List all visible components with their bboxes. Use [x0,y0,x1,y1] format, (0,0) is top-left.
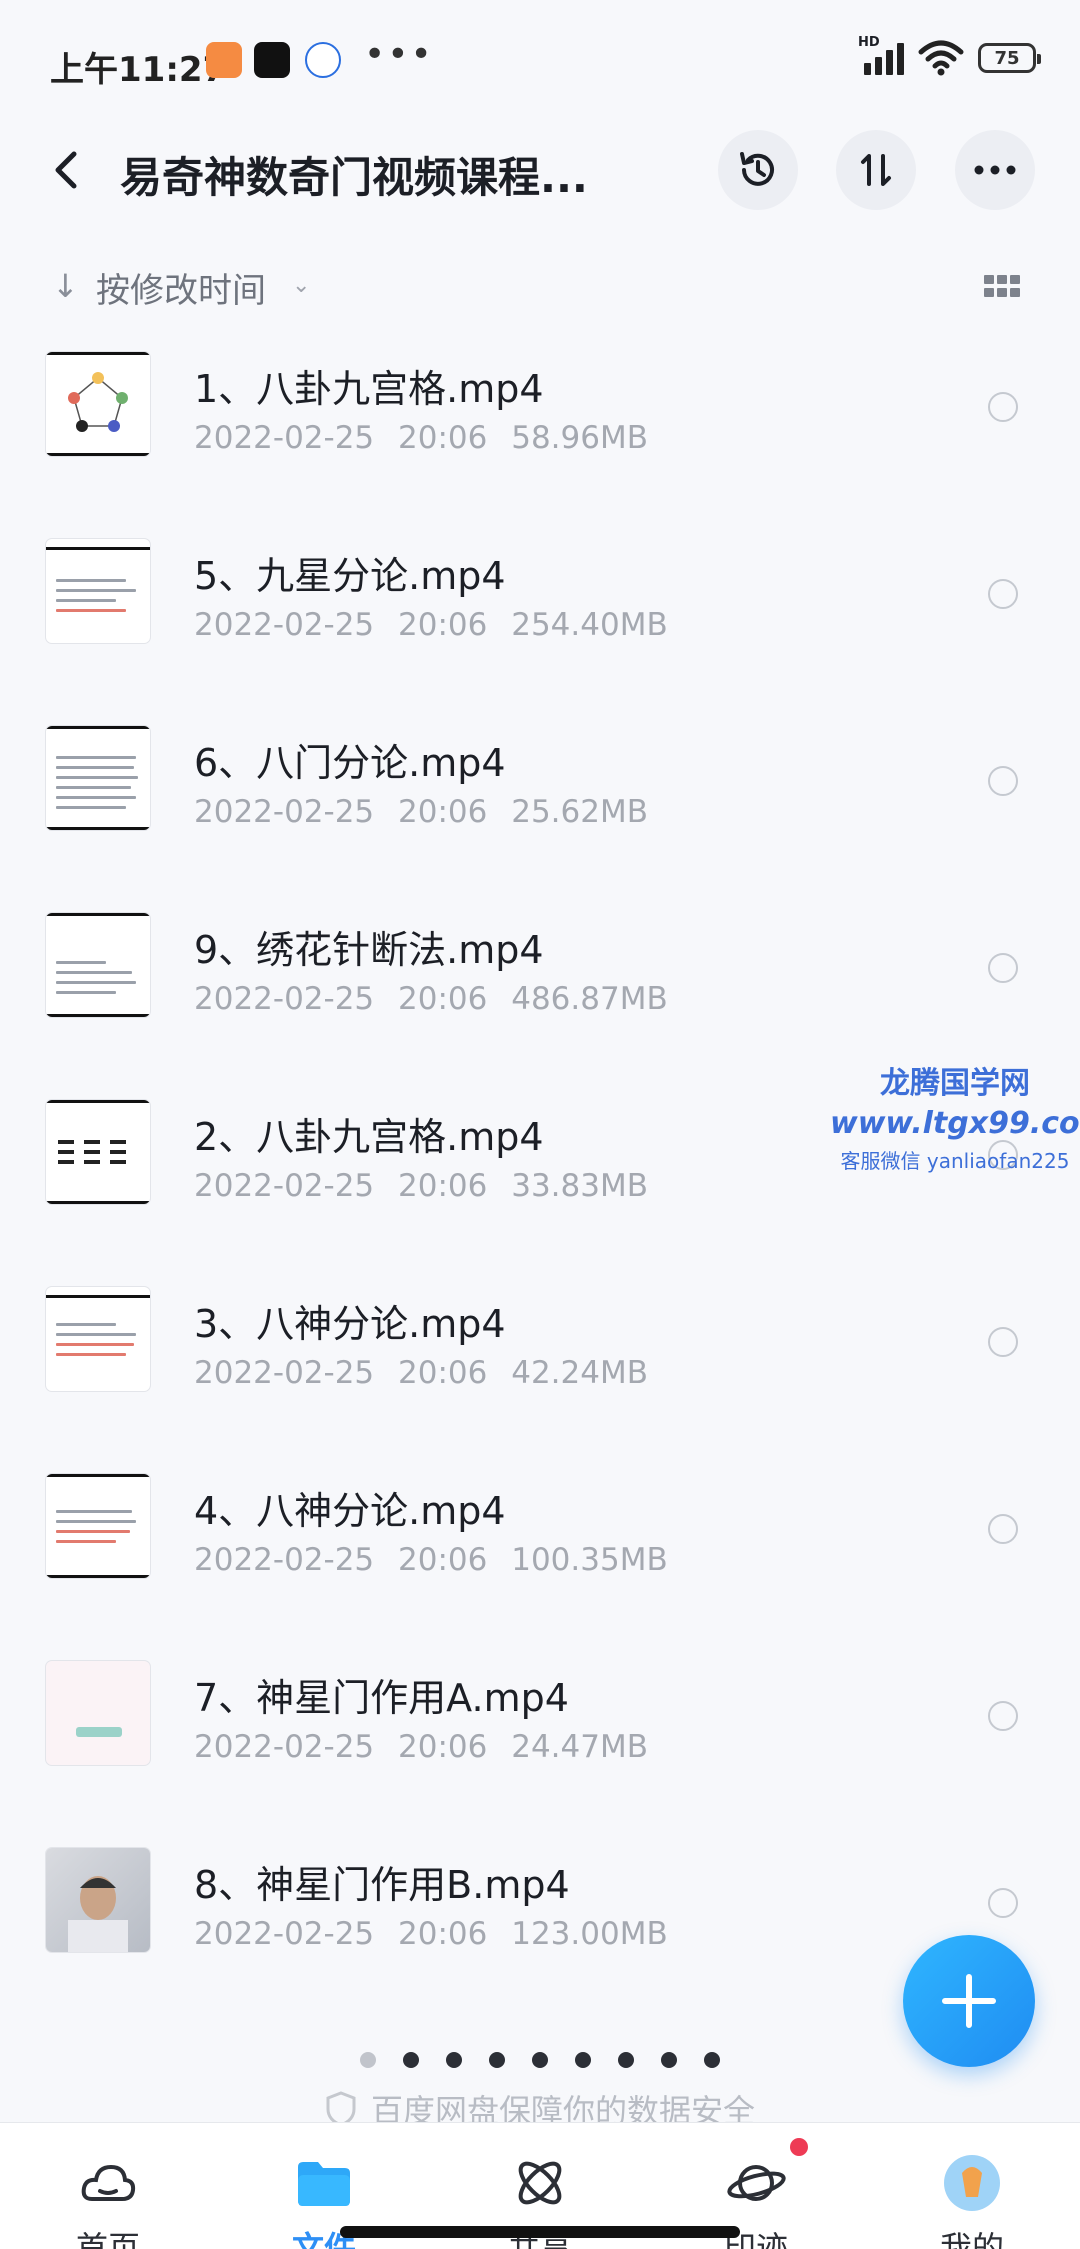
file-list: 1、八卦九宫格.mp4 2022-02-25 20:06 58.96MB 5、九… [0,340,1080,2023]
video-thumbnail [46,352,150,456]
battery-icon: 75 [978,43,1041,73]
more-icon [974,165,1016,175]
select-checkbox[interactable] [988,766,1018,796]
file-row[interactable]: 1、八卦九宫格.mp4 2022-02-25 20:06 58.96MB [0,340,1080,527]
signal-icon: HD [858,35,904,75]
status-bar: 上午11:27 ••• HD 75 [0,0,1080,120]
nav-label: 首页 [75,2229,140,2249]
more-button[interactable] [955,130,1035,210]
sort-button[interactable] [836,130,916,210]
watermark-url: www.ltgx99.com [830,1106,1080,1141]
select-checkbox[interactable] [988,953,1018,983]
add-button[interactable] [903,1935,1035,2067]
hd-label: HD [858,35,880,50]
watermark: 龙腾国学网 www.ltgx99.com 客服微信 yanliaofan225 [830,1058,1080,1174]
avatar-icon [944,2155,1000,2211]
history-icon [740,152,774,186]
file-name: 6、八门分论.mp4 [194,741,506,785]
sort-mode-selector[interactable]: 按修改时间 [96,263,266,312]
pager-dots [360,2052,720,2068]
file-meta: 2022-02-25 20:06 58.96MB [194,420,648,456]
file-meta: 2022-02-25 20:06 123.00MB [194,1916,668,1952]
video-thumbnail [46,1661,150,1765]
select-checkbox[interactable] [988,1327,1018,1357]
top-app-bar: 易奇神数奇门视频课程... [0,120,1080,220]
select-checkbox[interactable] [988,1701,1018,1731]
file-name: 2、八卦九宫格.mp4 [194,1115,544,1159]
watermark-title: 龙腾国学网 [880,1066,1030,1101]
back-icon[interactable] [48,148,88,192]
select-checkbox[interactable] [988,579,1018,609]
video-thumbnail [46,1287,150,1391]
more-notifications-icon: ••• [364,34,434,75]
file-name: 5、九星分论.mp4 [194,554,506,598]
plus-icon [942,1974,996,2028]
file-row[interactable]: 6、八门分论.mp4 2022-02-25 20:06 25.62MB [0,714,1080,901]
tiktok-app-icon [254,42,290,78]
file-meta: 2022-02-25 20:06 33.83MB [194,1168,648,1204]
nav-home[interactable]: 首页 [28,2123,188,2249]
select-checkbox[interactable] [988,392,1018,422]
home-indicator[interactable] [340,2226,740,2238]
file-meta: 2022-02-25 20:06 25.62MB [194,794,648,830]
file-name: 9、绣花针断法.mp4 [194,928,544,972]
select-checkbox[interactable] [988,1888,1018,1918]
planet-icon [727,2165,786,2201]
file-name: 8、神星门作用B.mp4 [194,1863,570,1907]
notification-badge [790,2138,808,2156]
file-row[interactable]: 7、神星门作用A.mp4 2022-02-25 20:06 24.47MB [0,1649,1080,1836]
atom-icon [518,2161,562,2205]
cloud-icon [81,2164,136,2201]
video-thumbnail [46,1474,150,1578]
sort-direction-icon[interactable]: ↓ [52,267,79,305]
nav-profile[interactable]: 我的 [892,2123,1052,2249]
video-thumbnail [46,913,150,1017]
battery-level: 75 [994,47,1020,69]
video-thumbnail [46,539,150,643]
video-thumbnail [46,1848,150,1952]
file-name: 1、八卦九宫格.mp4 [194,367,544,411]
video-thumbnail [46,726,150,830]
folder-icon [298,2162,350,2206]
file-meta: 2022-02-25 20:06 254.40MB [194,607,668,643]
file-row[interactable]: 5、九星分论.mp4 2022-02-25 20:06 254.40MB [0,527,1080,714]
shopping-app-icon [206,42,242,78]
file-name: 3、八神分论.mp4 [194,1302,506,1346]
history-button[interactable] [718,130,798,210]
file-row[interactable]: 3、八神分论.mp4 2022-02-25 20:06 42.24MB [0,1275,1080,1462]
file-meta: 2022-02-25 20:06 100.35MB [194,1542,668,1578]
file-name: 7、神星门作用A.mp4 [194,1676,569,1720]
nav-label: 我的 [939,2229,1004,2249]
file-meta: 2022-02-25 20:06 24.47MB [194,1729,648,1765]
wifi-icon [918,40,964,76]
file-meta: 2022-02-25 20:06 42.24MB [194,1355,648,1391]
grid-view-icon[interactable] [984,275,1020,297]
sort-icon [861,154,891,186]
video-thumbnail [46,1100,150,1204]
watermark-contact: 客服微信 yanliaofan225 [840,1149,1070,1173]
file-meta: 2022-02-25 20:06 486.87MB [194,981,668,1017]
sort-bar: ↓ 按修改时间 ⌄ [0,255,1080,315]
select-checkbox[interactable] [988,1514,1018,1544]
page-title: 易奇神数奇门视频课程... [120,153,588,202]
file-row[interactable]: 4、八神分论.mp4 2022-02-25 20:06 100.35MB [0,1462,1080,1649]
chevron-down-icon[interactable]: ⌄ [292,273,310,298]
file-name: 4、八神分论.mp4 [194,1489,506,1533]
baidu-app-icon [305,42,341,78]
status-time: 上午11:27 [50,50,227,90]
